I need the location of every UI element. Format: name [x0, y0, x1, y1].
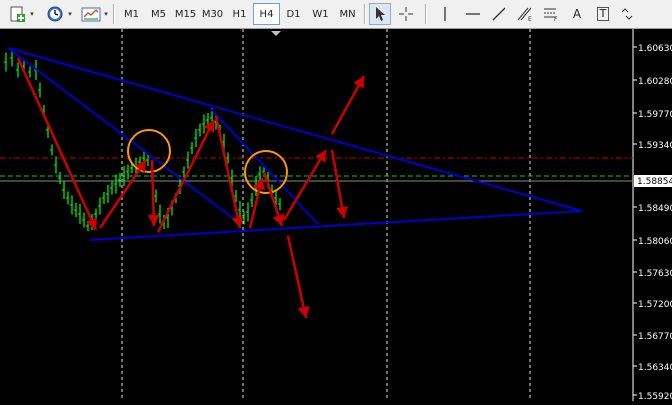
trendline-icon [492, 7, 506, 21]
timeframe-h1-button[interactable]: H1 [226, 3, 253, 25]
timeframe-w1-button[interactable]: W1 [307, 3, 334, 25]
templates-dropdown[interactable]: ▾ [102, 3, 110, 25]
text-tool-button[interactable]: A [566, 3, 588, 25]
price-label: 1.55920 [638, 392, 672, 401]
current-price-label: 1.58854 [637, 177, 672, 187]
timeframe-h4-button[interactable]: H4 [253, 3, 280, 25]
timeframe-d1-button[interactable]: D1 [280, 3, 307, 25]
periodicity-button[interactable] [44, 3, 66, 25]
price-label: 1.58060 [638, 237, 672, 247]
new-chart-dropdown[interactable]: ▾ [28, 3, 36, 25]
fibonacci-channel-icon: E [517, 7, 532, 22]
new-chart-button[interactable] [6, 3, 28, 25]
timeframe-group: M1 M5 M15 M30 H1 H4 D1 W1 MN [118, 0, 361, 28]
crosshair-tool-button[interactable] [395, 3, 417, 25]
price-label: 1.60280 [638, 77, 672, 87]
fibonacci-tool-button[interactable]: E [514, 3, 536, 25]
cursor-tool-button[interactable] [369, 3, 391, 25]
price-label: 1.60630 [638, 44, 672, 54]
cursor-arrow-icon [376, 7, 385, 21]
price-label: 1.59340 [638, 141, 672, 151]
crosshair-icon [399, 7, 413, 21]
current-price-tag: 1.58854 [634, 175, 672, 187]
timeframe-m30-button[interactable]: M30 [199, 3, 226, 25]
vertical-line-icon [444, 7, 446, 21]
fibonacci-levels-tool-button[interactable]: F [540, 3, 562, 25]
price-label: 1.56340 [638, 363, 672, 373]
new-order-group: ▾ ▾ ▾ [0, 0, 110, 28]
new-chart-icon [10, 6, 25, 22]
price-label: 1.56770 [638, 332, 672, 342]
vertical-line-tool-button[interactable] [434, 3, 456, 25]
chart-canvas[interactable]: 1.60630 1.60280 1.59770 1.59340 1.58490 … [0, 29, 672, 402]
trendline-tool-button[interactable] [488, 3, 510, 25]
toolbar-separator [113, 4, 115, 24]
timeframe-mn-button[interactable]: MN [334, 3, 361, 25]
fibonacci-levels-icon: F [544, 8, 558, 22]
price-label: 1.57200 [638, 300, 672, 310]
timeframe-m5-button[interactable]: M5 [145, 3, 172, 25]
templates-button[interactable] [80, 3, 102, 25]
toolbar-separator [364, 4, 366, 24]
toolbar-separator [425, 4, 427, 24]
svg-text:E: E [528, 16, 532, 22]
drawing-tools-group: E F A T [369, 0, 638, 28]
chart-toolbar: ▾ ▾ ▾ M1 M5 M15 M30 H1 H4 D1 W1 MN E F A… [0, 0, 672, 29]
svg-text:F: F [554, 16, 558, 22]
timeframe-m15-button[interactable]: M15 [172, 3, 199, 25]
horizontal-line-icon [466, 13, 480, 15]
text-label-tool-button[interactable]: T [592, 3, 614, 25]
price-label: 1.57630 [638, 269, 672, 279]
timeframe-m1-button[interactable]: M1 [118, 3, 145, 25]
text-tool-label: A [572, 7, 582, 21]
price-label: 1.58490 [638, 204, 672, 214]
text-label-tool-label: T [596, 7, 610, 21]
clock-icon [47, 6, 63, 22]
horizontal-line-tool-button[interactable] [462, 3, 484, 25]
price-chart[interactable]: 1.60630 1.60280 1.59770 1.59340 1.58490 … [0, 29, 672, 402]
arrows-icon [621, 8, 633, 20]
arrows-tool-button[interactable] [616, 3, 638, 25]
template-chart-icon [81, 7, 101, 22]
price-label: 1.59770 [638, 110, 672, 120]
chart-background [0, 29, 672, 401]
periodicity-dropdown[interactable]: ▾ [66, 3, 74, 25]
